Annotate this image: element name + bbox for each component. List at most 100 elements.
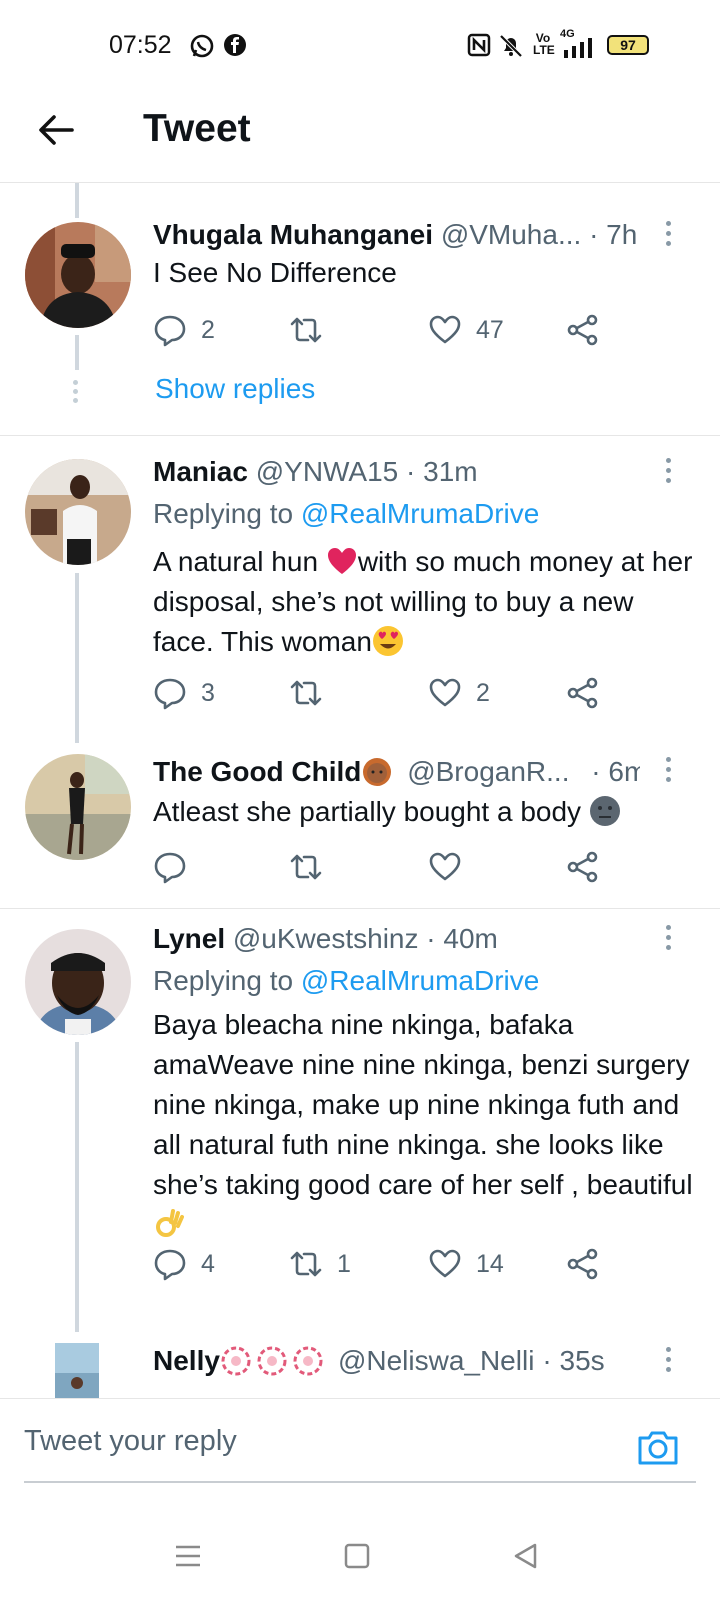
facebook-icon [224, 34, 246, 56]
heart-eyes-emoji-icon [372, 626, 403, 656]
volte-indicator: Vo LTE [533, 31, 555, 57]
user-handle[interactable]: @YNWA15 [256, 456, 399, 487]
user-handle[interactable]: @VMuha... [441, 219, 581, 250]
share-icon [567, 314, 598, 346]
red-heart-emoji-icon [327, 548, 356, 574]
system-nav-bar [0, 1500, 720, 1600]
avatar[interactable] [25, 754, 131, 860]
like-count: 2 [476, 678, 490, 707]
retweet-button[interactable] [289, 847, 337, 887]
heart-icon [429, 852, 461, 881]
reply-button[interactable]: 2 [153, 310, 215, 350]
avatar[interactable] [25, 222, 131, 328]
tweet-item[interactable]: Nelly @Neliswa_Nelli · 35s [0, 1339, 720, 1398]
tweet-time: · 35s [542, 1345, 605, 1376]
more-options-icon[interactable] [664, 925, 672, 951]
like-button[interactable]: 14 [428, 1244, 504, 1284]
share-icon [567, 677, 598, 709]
tweet-item[interactable]: Maniac @YNWA15 · 31m Replying to @RealMr… [0, 436, 720, 746]
like-button[interactable]: 47 [428, 310, 504, 350]
more-options-icon[interactable] [664, 458, 672, 484]
reply-icon [154, 678, 186, 710]
more-options-icon[interactable] [664, 1347, 672, 1373]
tweet-actions: 4 1 14 [153, 1244, 623, 1284]
tweet-time: · 31m [406, 456, 478, 487]
woman-emoji-icon [363, 758, 392, 786]
tweet-time: · 6m [591, 756, 640, 787]
share-button[interactable] [566, 1244, 614, 1284]
display-name[interactable]: Maniac [153, 456, 248, 487]
nfc-icon [467, 33, 491, 57]
share-button[interactable] [566, 310, 614, 350]
display-name[interactable]: Lynel [153, 923, 225, 954]
status-time: 07:52 [109, 31, 172, 59]
back-triangle-icon[interactable] [510, 1540, 542, 1572]
user-handle[interactable]: @uKwestshinz [233, 923, 419, 954]
reply-button[interactable]: 3 [153, 673, 215, 713]
reply-to-link[interactable]: @RealMrumaDrive [301, 965, 539, 996]
home-square-icon[interactable] [341, 1540, 373, 1572]
ok-hand-emoji-icon [156, 1209, 184, 1237]
tweet-item[interactable]: Vhugala Muhanganei @VMuha... · 7h I See … [0, 183, 720, 435]
camera-icon[interactable] [636, 1425, 680, 1469]
tweet-actions: 3 2 [153, 673, 623, 713]
share-icon [567, 1248, 598, 1280]
tweet-text: A natural hun with so much money at her … [153, 546, 693, 657]
input-underline [24, 1481, 696, 1483]
more-options-icon[interactable] [664, 757, 672, 783]
tweet-actions [153, 847, 623, 887]
avatar[interactable] [25, 929, 131, 1035]
tweet-item[interactable]: Lynel @uKwestshinz · 40m Replying to @Re… [0, 909, 720, 1339]
tweet-text: I See No Difference [153, 257, 397, 288]
tweet-thread[interactable]: Vhugala Muhanganei @VMuha... · 7h I See … [0, 183, 720, 1398]
retweet-icon [290, 1251, 322, 1277]
display-name[interactable]: Vhugala Muhanganei [153, 219, 433, 250]
retweet-icon [290, 680, 322, 706]
display-name[interactable]: The Good Child [153, 756, 361, 787]
retweet-icon [290, 854, 322, 880]
like-button[interactable]: 2 [428, 673, 490, 713]
user-handle[interactable]: @Neliswa_Nelli [338, 1345, 534, 1377]
whatsapp-icon [190, 34, 214, 58]
page-title: Tweet [143, 107, 251, 150]
retweet-button[interactable]: 1 [289, 1244, 351, 1284]
reply-count: 2 [201, 315, 215, 344]
share-button[interactable] [566, 673, 614, 713]
tweet-actions: 2 47 [153, 310, 623, 350]
heart-icon [429, 315, 461, 344]
user-handle[interactable]: @BroganR... [407, 756, 569, 787]
flower-emojis-icon [221, 1346, 323, 1376]
like-button[interactable] [428, 847, 476, 887]
thread-dots [73, 380, 79, 403]
tweet-time: · 40m [426, 923, 498, 954]
like-count: 14 [476, 1249, 504, 1278]
replying-to-label: Replying to @RealMrumaDrive [153, 498, 540, 529]
retweet-button[interactable] [289, 673, 337, 713]
signal-icon [564, 38, 592, 58]
replying-to-label: Replying to @RealMrumaDrive [153, 965, 540, 996]
reply-to-link[interactable]: @RealMrumaDrive [301, 498, 539, 529]
avatar[interactable] [55, 1343, 99, 1398]
reply-composer [0, 1398, 720, 1495]
arrow-left-icon[interactable] [36, 110, 76, 150]
reply-button[interactable] [153, 847, 201, 887]
reply-icon [154, 315, 186, 347]
tweet-time: · 7h [589, 219, 638, 250]
more-options-icon[interactable] [664, 221, 672, 247]
share-button[interactable] [566, 847, 614, 887]
show-replies-link[interactable]: Show replies [155, 373, 315, 405]
reply-button[interactable]: 4 [153, 1244, 215, 1284]
menu-icon[interactable] [172, 1540, 204, 1572]
heart-icon [429, 678, 461, 707]
like-count: 47 [476, 315, 504, 344]
mute-icon [499, 34, 523, 58]
tweet-text: Baya bleacha nine nkinga, bafaka amaWeav… [153, 1005, 693, 1245]
reply-count: 3 [201, 678, 215, 707]
share-icon [567, 851, 598, 883]
tweet-item[interactable]: The Good Child @BroganR... · 6m Atleast … [0, 746, 720, 906]
display-name[interactable]: Nelly [153, 1345, 220, 1377]
reply-count: 4 [201, 1249, 215, 1278]
retweet-button[interactable] [289, 310, 337, 350]
reply-input[interactable] [24, 1425, 584, 1458]
avatar[interactable] [25, 459, 131, 565]
